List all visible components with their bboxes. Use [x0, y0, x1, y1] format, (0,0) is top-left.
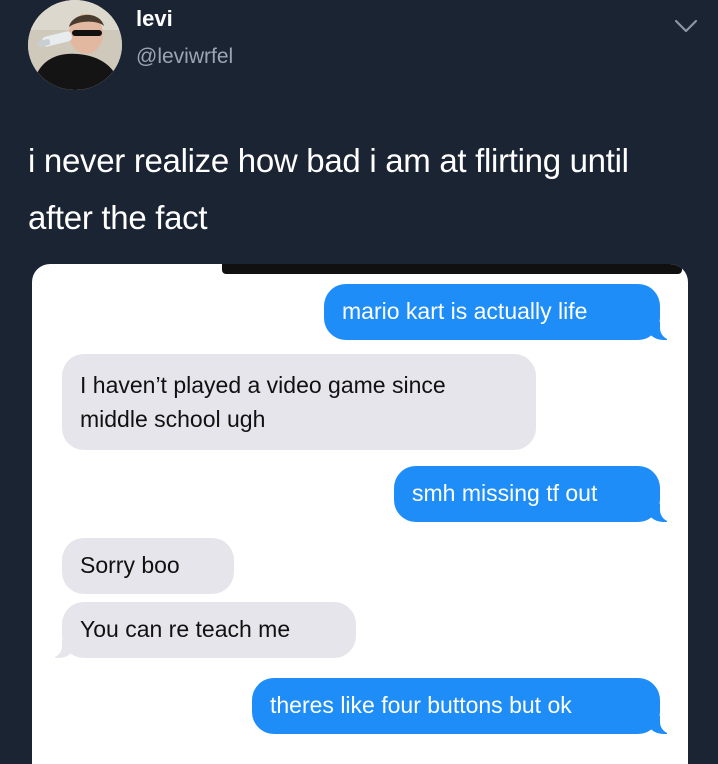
avatar-photo-icon: [28, 0, 122, 90]
message-bubble-received: You can re teach me: [36, 602, 356, 658]
cropped-status-bar: [222, 264, 682, 274]
tweet-text: i never realize how bad i am at flirting…: [28, 142, 629, 236]
message-bubble-sent: mario kart is actually life: [324, 284, 686, 340]
message-bubble-sent: theres like four buttons but ok: [252, 678, 686, 734]
tweet-header: levi @leviwrfel: [28, 0, 698, 100]
message-bubble-received: Sorry boo: [62, 538, 234, 594]
message-bubble-received: I haven’t played a video game since midd…: [62, 354, 536, 450]
avatar[interactable]: [28, 0, 122, 90]
user-handle[interactable]: @leviwrfel: [136, 45, 233, 69]
display-name[interactable]: levi: [136, 6, 173, 32]
tweet-media-screenshot[interactable]: mario kart is actually life I haven’t pl…: [32, 264, 688, 764]
chevron-down-icon[interactable]: [674, 18, 698, 34]
message-bubble-sent: smh missing tf out: [394, 466, 686, 522]
